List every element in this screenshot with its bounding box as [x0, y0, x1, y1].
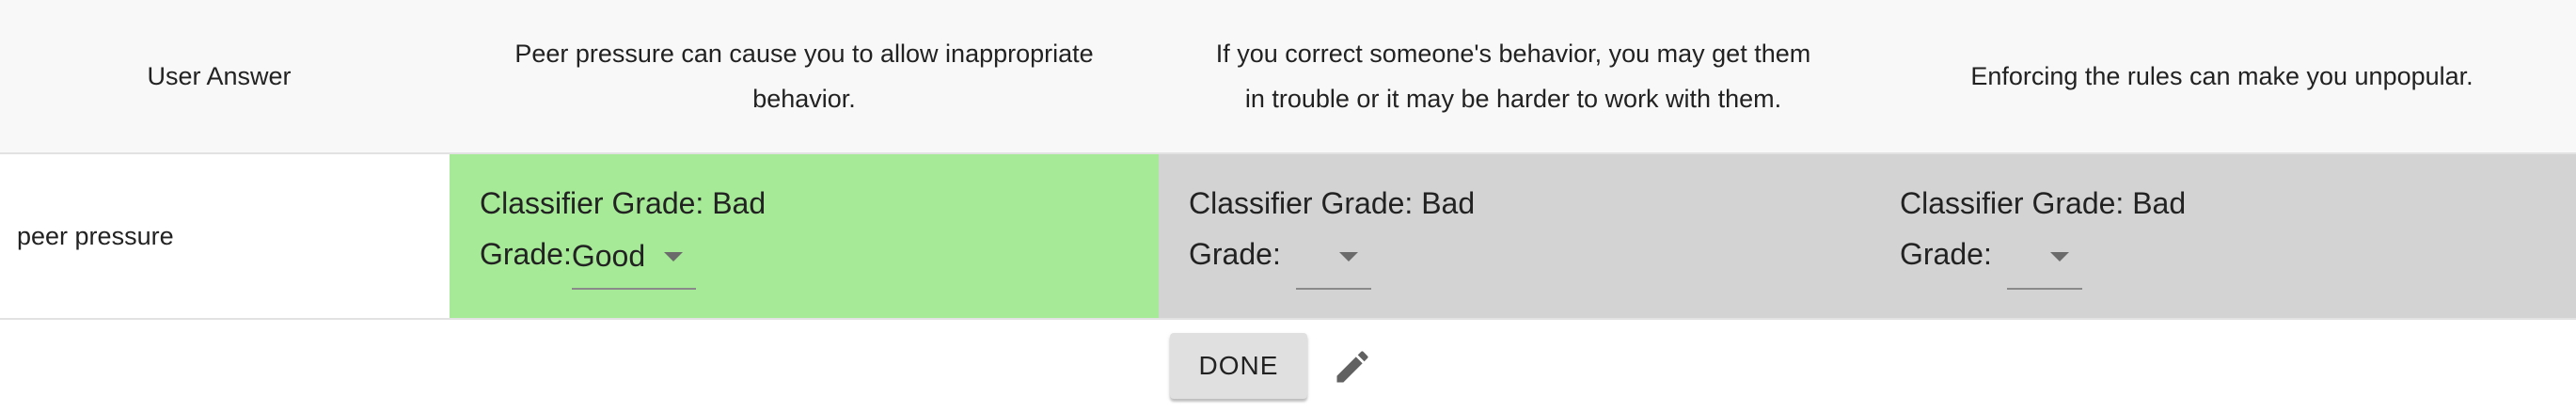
grade-field: Grade:	[1189, 237, 1371, 290]
user-answer-cell: peer pressure	[17, 154, 174, 318]
classifier-grade: Classifier Grade: Bad	[1900, 186, 2187, 220]
header-user-answer-label: User Answer	[147, 62, 292, 90]
grade-select[interactable]	[1295, 237, 1371, 290]
dropdown-arrow-icon	[664, 252, 684, 261]
header-question-1: Peer pressure can cause you to allow ina…	[450, 0, 1159, 152]
header-question-1-line1: Peer pressure can cause you to allow ina…	[514, 40, 1094, 68]
grade-select[interactable]: Good	[571, 237, 697, 290]
grade-label: Grade:	[1900, 237, 1992, 271]
grade-cell-1: Classifier Grade: Bad Grade: Good	[450, 154, 1159, 318]
header-question-2: If you correct someone's behavior, you m…	[1159, 0, 1868, 152]
table-header-row: User Answer Peer pressure can cause you …	[0, 0, 2576, 154]
dropdown-arrow-icon	[2049, 252, 2069, 261]
header-question-1-line2: behavior.	[752, 85, 856, 113]
grade-field: Grade: Good	[480, 237, 697, 290]
grade-label: Grade:	[1189, 237, 1281, 271]
classifier-grade: Classifier Grade: Bad	[480, 186, 766, 220]
grade-label: Grade:	[480, 237, 572, 271]
dropdown-arrow-icon	[1338, 252, 1358, 261]
table-row: peer pressure Classifier Grade: Bad Grad…	[0, 154, 2576, 320]
done-button[interactable]: DONE	[1170, 333, 1307, 399]
grade-cell-3: Classifier Grade: Bad Grade:	[1868, 154, 2576, 318]
grade-field: Grade:	[1900, 237, 2082, 290]
pencil-icon[interactable]	[1332, 346, 1373, 388]
classifier-grade: Classifier Grade: Bad	[1189, 186, 1476, 220]
done-button-label: DONE	[1198, 351, 1279, 380]
grade-select[interactable]	[2006, 237, 2082, 290]
user-answer-text: peer pressure	[17, 221, 174, 250]
header-question-2-line1: If you correct someone's behavior, you m…	[1215, 40, 1811, 68]
header-question-3: Enforcing the rules can make you unpopul…	[1868, 0, 2576, 152]
header-question-2-line2: in trouble or it may be harder to work w…	[1244, 85, 1782, 113]
header-user-answer: User Answer	[0, 0, 438, 152]
header-question-3-line1: Enforcing the rules can make you unpopul…	[1970, 62, 2473, 90]
grade-cell-2: Classifier Grade: Bad Grade:	[1159, 154, 1868, 318]
